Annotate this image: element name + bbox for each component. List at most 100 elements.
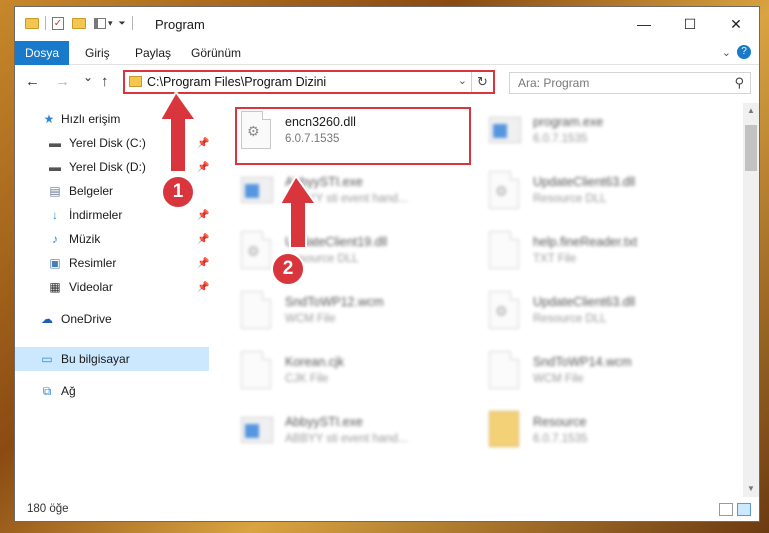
- file-type: CJK File: [285, 373, 329, 385]
- sidebar-item-pictures[interactable]: ▣ Resimler 📌: [15, 251, 209, 275]
- sidebar-item-disk-c[interactable]: ▬ Yerel Disk (C:) 📌: [15, 131, 209, 155]
- file-item[interactable]: SndToWP14.wcm WCM File: [483, 347, 723, 405]
- file-icon: [489, 351, 521, 391]
- file-item[interactable]: help.fineReader.txt TXT File: [483, 227, 723, 285]
- navigation-pane: ★ Hızlı erişim ▬ Yerel Disk (C:) 📌 ▬ Yer…: [15, 103, 209, 497]
- maximize-button[interactable]: ☐: [667, 7, 713, 41]
- tab-view[interactable]: Görünüm: [191, 46, 241, 60]
- recent-locations-button[interactable]: ⌄: [83, 70, 93, 84]
- pin-icon[interactable]: 📌: [197, 282, 209, 293]
- computer-icon: ▭: [41, 352, 53, 366]
- file-item[interactable]: SndToWP12.wcm WCM File: [235, 287, 475, 345]
- pin-icon[interactable]: 📌: [197, 234, 209, 245]
- sidebar-item-videos[interactable]: ▦ Videolar 📌: [15, 275, 209, 299]
- pin-icon[interactable]: 📌: [197, 162, 209, 173]
- file-version: 6.0.7.1535: [533, 433, 588, 445]
- refresh-icon[interactable]: ↻: [471, 72, 493, 92]
- expand-ribbon-icon[interactable]: ⌄: [722, 46, 731, 59]
- sidebar-item-label: Yerel Disk (C:): [69, 136, 146, 150]
- sidebar-item-label: Videolar: [69, 280, 113, 294]
- file-item[interactable]: program.exe 6.0.7.1535: [483, 107, 723, 165]
- file-icon: [241, 291, 273, 331]
- forward-button[interactable]: →: [55, 73, 70, 90]
- scroll-thumb[interactable]: [745, 125, 757, 171]
- scroll-up-icon[interactable]: ▲: [743, 103, 759, 119]
- dll-icon: ⚙: [489, 171, 521, 211]
- file-item[interactable]: ⚙ UpdateClient63.dll Resource DLL: [483, 167, 723, 225]
- large-icons-view-icon[interactable]: [737, 503, 751, 516]
- address-path[interactable]: C:\Program Files\Program Dizini: [147, 75, 326, 89]
- properties-icon[interactable]: ✓: [52, 16, 64, 30]
- ribbon-tabs: Dosya Giriş Paylaş Görünüm ⌄ ?: [15, 41, 759, 65]
- file-name: AbbyySTI.exe: [285, 415, 363, 429]
- file-name: SndToWP12.wcm: [285, 295, 384, 309]
- back-button[interactable]: ←: [25, 73, 40, 90]
- sidebar-item-music[interactable]: ♪ Müzik 📌: [15, 227, 209, 251]
- file-item[interactable]: ⚙ UpdateClient19.dll Resource DLL: [235, 227, 475, 285]
- star-icon: ★: [43, 112, 55, 126]
- file-item[interactable]: AbbyySTI.exe ABBYY sti event hand...: [235, 167, 475, 225]
- sidebar-item-this-pc[interactable]: ▭ Bu bilgisayar: [15, 347, 209, 371]
- explorer-window: ✓ ▾ ⏷ Program — ☐ ✕ Dosya Giriş Paylaş G…: [14, 6, 760, 522]
- tab-share[interactable]: Paylaş: [135, 46, 171, 60]
- new-folder-icon[interactable]: [72, 17, 86, 29]
- file-name: UpdateClient63.dll: [533, 175, 636, 189]
- file-type: WCM File: [533, 373, 584, 385]
- search-box[interactable]: Ara: Program ⚲: [509, 72, 751, 94]
- pin-icon[interactable]: 📌: [197, 258, 209, 269]
- file-type: WCM File: [285, 313, 336, 325]
- sidebar-item-onedrive[interactable]: ☁ OneDrive: [15, 307, 209, 331]
- file-item[interactable]: Korean.cjk CJK File: [235, 347, 475, 405]
- sidebar-item-quick-access[interactable]: ★ Hızlı erişim: [15, 107, 209, 131]
- file-item[interactable]: ⚙ UpdateClient63.dll Resource DLL: [483, 287, 723, 345]
- file-icon: [241, 351, 273, 391]
- sidebar-item-label: Bu bilgisayar: [61, 352, 130, 366]
- vertical-scrollbar[interactable]: ▲ ▼: [743, 103, 759, 497]
- sidebar-item-label: Yerel Disk (D:): [69, 160, 146, 174]
- sidebar-item-label: Resimler: [69, 256, 117, 270]
- highlight-box: [235, 107, 471, 165]
- file-name: AbbyySTI.exe: [285, 175, 363, 189]
- search-input[interactable]: Ara: Program: [518, 76, 589, 90]
- file-item[interactable]: AbbyySTI.exe ABBYY sti event hand...: [235, 407, 475, 465]
- file-type: Resource DLL: [533, 313, 607, 325]
- pictures-icon: ▣: [49, 256, 61, 270]
- toolbar-divider: [45, 16, 46, 30]
- drive-icon: ▬: [49, 136, 61, 150]
- help-icon[interactable]: ?: [737, 45, 751, 59]
- exe-icon: [489, 111, 521, 151]
- status-bar: 180 öğe: [15, 499, 759, 521]
- file-item[interactable]: Resource 6.0.7.1535: [483, 407, 723, 465]
- sidebar-item-label: Belgeler: [69, 184, 114, 198]
- pin-icon[interactable]: 📌: [197, 138, 209, 149]
- scroll-down-icon[interactable]: ▼: [743, 481, 759, 497]
- sidebar-item-network[interactable]: ⧉ Ağ: [15, 379, 209, 403]
- chevron-down-icon[interactable]: ▾: [108, 18, 113, 29]
- exe-icon: [241, 171, 273, 211]
- details-view-icon[interactable]: [719, 503, 733, 516]
- callout-1: 1: [161, 175, 195, 209]
- up-button[interactable]: ↑: [101, 73, 109, 90]
- pin-icon[interactable]: 📌: [197, 210, 209, 221]
- minimize-button[interactable]: —: [621, 7, 667, 41]
- file-name: program.exe: [533, 115, 604, 129]
- file-type: 6.0.7.1535: [533, 133, 588, 145]
- file-name: help.fineReader.txt: [533, 235, 638, 249]
- title-bar: ✓ ▾ ⏷ Program — ☐ ✕: [15, 7, 759, 41]
- tab-file[interactable]: Dosya: [15, 41, 69, 65]
- folder-icon: [129, 76, 142, 87]
- close-button[interactable]: ✕: [713, 7, 759, 41]
- address-bar[interactable]: C:\Program Files\Program Dizini ⌄ ↻: [123, 70, 495, 94]
- view-icon[interactable]: [94, 17, 106, 29]
- documents-icon: ▤: [49, 184, 61, 198]
- item-count: 180 öğe: [27, 503, 69, 515]
- customize-toolbar-icon[interactable]: ⏷: [119, 18, 126, 29]
- file-type: ABBYY sti event hand...: [285, 433, 408, 445]
- tab-home[interactable]: Giriş: [85, 46, 110, 60]
- search-icon[interactable]: ⚲: [734, 75, 744, 91]
- folder-icon[interactable]: [25, 17, 39, 29]
- download-icon: ↓: [52, 208, 58, 222]
- file-type: Resource DLL: [533, 193, 607, 205]
- sidebar-item-label: İndirmeler: [69, 208, 123, 222]
- chevron-down-icon[interactable]: ⌄: [458, 74, 467, 87]
